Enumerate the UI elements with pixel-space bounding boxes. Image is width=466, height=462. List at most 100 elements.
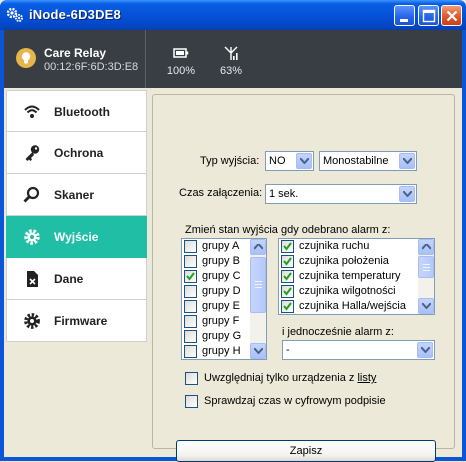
key-icon	[25, 145, 40, 161]
scroll-down-button[interactable]	[250, 343, 266, 359]
header-divider	[145, 30, 146, 88]
chevron-down-icon	[422, 303, 431, 309]
group-checkbox[interactable]	[184, 240, 197, 253]
chevron-down-icon	[399, 186, 415, 202]
close-button[interactable]	[441, 5, 462, 26]
client-area: Care Relay 00:12:6F:6D:3D:E8 100% 63% Bl…	[4, 30, 462, 462]
sidebar-item-label: Wyjście	[54, 230, 99, 244]
minimize-icon	[400, 19, 408, 22]
group-checkbox[interactable]	[184, 270, 197, 283]
sidebar-item-dane[interactable]: Dane	[6, 258, 147, 300]
sensor-checkbox[interactable]	[281, 270, 294, 283]
output-mode-value: NO	[269, 155, 286, 167]
maximize-icon	[422, 9, 436, 23]
sidebar-item-bluetooth[interactable]: Bluetooth	[6, 90, 147, 132]
sidebar-item-firmware[interactable]: Firmware	[6, 300, 147, 342]
group-checkbox[interactable]	[184, 345, 197, 358]
scroll-up-button[interactable]	[250, 239, 266, 255]
check-icon	[283, 287, 292, 296]
group-checkbox[interactable]	[184, 300, 197, 313]
device-name: Care Relay	[44, 46, 107, 60]
scroll-down-button[interactable]	[418, 298, 434, 314]
group-checkbox[interactable]	[184, 255, 197, 268]
sidebar-item-ochrona[interactable]: Ochrona	[6, 132, 147, 174]
scroll-thumb[interactable]	[250, 257, 266, 313]
battery-level: 100%	[166, 65, 196, 77]
list-only-label: Uwzględniaj tylko urządzenia z	[204, 372, 358, 384]
and-alarm-select[interactable]: -	[282, 340, 435, 360]
and-alarm-value: -	[286, 344, 290, 356]
signal-level: 63%	[219, 65, 243, 77]
device-mac: 00:12:6F:6D:3D:E8	[44, 61, 139, 73]
sensors-list[interactable]: czujnika ruchu czujnika położenia czujni…	[278, 238, 435, 315]
check-icon	[283, 272, 292, 281]
output-behavior-select[interactable]: Monostabilne	[319, 151, 417, 171]
gear-icon	[24, 229, 40, 245]
scroll-up-button[interactable]	[418, 239, 434, 255]
signature-time-checkbox[interactable]	[185, 395, 198, 408]
sensor-checkbox[interactable]	[281, 285, 294, 298]
chevron-down-icon	[296, 153, 312, 169]
sidebar-item-label: Bluetooth	[54, 105, 110, 119]
cog-icon	[24, 313, 40, 329]
battery-status: 100%	[161, 44, 201, 77]
on-time-label: Czas załączenia:	[179, 187, 263, 199]
file-icon	[27, 271, 38, 287]
sensor-checkbox[interactable]	[281, 300, 294, 313]
sensor-checkbox[interactable]	[281, 240, 294, 253]
window-title: iNode-6D3DE8	[29, 7, 121, 22]
list-item[interactable]: czujnika Halla/wejścia	[279, 299, 434, 314]
sidebar: Bluetooth Ochrona Skaner Wyjście Dane Fi…	[6, 90, 147, 342]
wifi-icon	[24, 105, 40, 118]
list-item[interactable]: czujnika temperatury	[279, 269, 434, 284]
check-icon	[283, 257, 292, 266]
list-link[interactable]: listy	[357, 372, 376, 384]
output-type-label: Typ wyjścia:	[200, 155, 260, 167]
groups-list[interactable]: grupy A grupy B grupy C grupy D grupy E …	[181, 238, 267, 360]
output-behavior-value: Monostabilne	[323, 155, 389, 167]
app-gears-icon	[6, 7, 23, 22]
minimize-button[interactable]	[394, 5, 415, 26]
close-icon	[446, 10, 458, 22]
chevron-down-icon	[417, 342, 433, 358]
groups-scrollbar[interactable]	[250, 239, 266, 359]
sensors-scrollbar[interactable]	[418, 239, 434, 314]
maximize-button[interactable]	[418, 5, 439, 26]
chevron-down-icon	[254, 348, 263, 354]
signal-status: 63%	[211, 44, 251, 77]
check-icon	[283, 242, 292, 251]
alarm-source-label: Zmień stan wyjścia gdy odebrano alarm z:	[185, 224, 391, 236]
app-window: iNode-6D3DE8 Care Relay 00:12:6F:6D:3D:E…	[0, 0, 466, 462]
list-item[interactable]: czujnika wilgotności	[279, 284, 434, 299]
sidebar-item-label: Skaner	[54, 188, 95, 202]
output-settings-panel: Typ wyjścia: NO Monostabilne Czas załącz…	[152, 94, 455, 462]
save-button[interactable]: Zapisz	[176, 440, 436, 462]
title-bar[interactable]: iNode-6D3DE8	[0, 0, 466, 30]
list-only-checkbox[interactable]	[185, 372, 198, 385]
save-button-label: Zapisz	[289, 445, 323, 457]
group-checkbox[interactable]	[184, 330, 197, 343]
sensor-checkbox[interactable]	[281, 255, 294, 268]
sidebar-item-skaner[interactable]: Skaner	[6, 174, 147, 216]
sidebar-item-wyjscie[interactable]: Wyjście	[6, 216, 147, 258]
check-icon	[186, 272, 195, 281]
sidebar-item-label: Firmware	[54, 314, 108, 328]
on-time-select[interactable]: 1 sek.	[265, 184, 417, 204]
and-alarm-label: i jednocześnie alarm z:	[282, 326, 394, 338]
output-mode-select[interactable]: NO	[265, 151, 314, 171]
group-checkbox[interactable]	[184, 315, 197, 328]
sidebar-item-label: Ochrona	[54, 146, 104, 160]
device-header: Care Relay 00:12:6F:6D:3D:E8 100% 63%	[4, 30, 462, 88]
list-item[interactable]: czujnika ruchu	[279, 239, 434, 254]
group-checkbox[interactable]	[184, 285, 197, 298]
chevron-up-icon	[422, 244, 431, 250]
battery-icon	[173, 48, 189, 58]
signal-icon	[224, 46, 238, 60]
chevron-down-icon	[399, 153, 415, 169]
scroll-thumb[interactable]	[418, 256, 434, 278]
list-item[interactable]: czujnika położenia	[279, 254, 434, 269]
bulb-icon	[16, 48, 36, 68]
chevron-up-icon	[254, 244, 263, 250]
on-time-value: 1 sek.	[269, 188, 299, 200]
check-icon	[283, 302, 292, 311]
